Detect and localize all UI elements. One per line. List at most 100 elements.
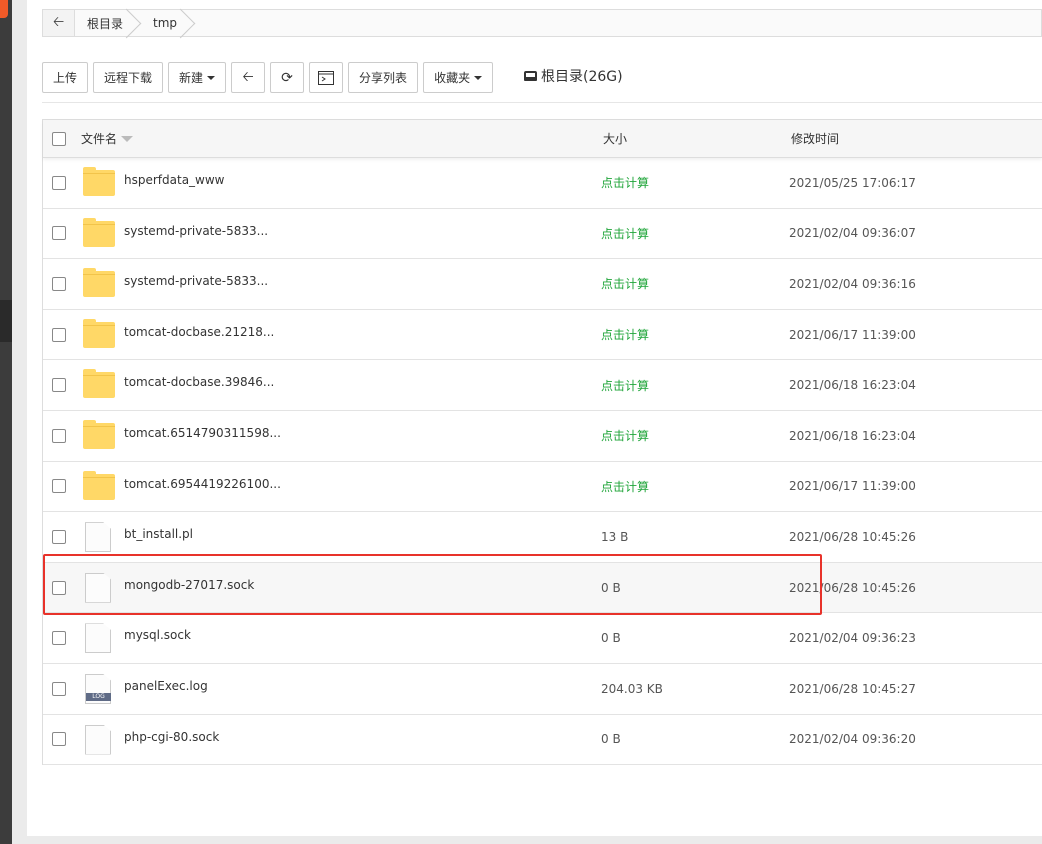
folder-icon [83, 470, 115, 500]
select-all-checkbox[interactable] [52, 131, 66, 146]
favorites-button[interactable]: 收藏夹 [423, 62, 494, 93]
disk-selector[interactable]: 根目录(26G) [524, 66, 623, 86]
table-row[interactable]: tomcat.6514790311598... 点击计算 2021/06/18 16… [43, 411, 1042, 462]
file-size: 204.03 KB [601, 681, 663, 696]
left-sidebar-strip [0, 0, 12, 844]
row-checkbox[interactable] [52, 378, 66, 393]
sort-down-icon [121, 135, 134, 142]
calculate-size-link[interactable]: 点击计算 [601, 225, 649, 242]
table-row[interactable]: tomcat-docbase.39846... 点击计算 2021/06/18 16… [43, 360, 1042, 411]
table-row[interactable]: systemd-private-5833... 点击计算 2021/02/04 09… [43, 259, 1042, 310]
table-row[interactable]: mongodb-27017.sock 0 B 2021/06/28 10:45:26 [43, 562, 1042, 614]
row-checkbox[interactable] [52, 226, 66, 241]
table-row[interactable]: LOG panelExec.log 204.03 KB 2021/06/28 10:4… [43, 664, 1042, 715]
toolbar: 上传 远程下载 新建 🡠 ⟳ 分享列表 收藏夹 [42, 62, 498, 93]
table-row[interactable]: php-cgi-80.sock 0 B 2021/02/04 09:36:20 [43, 715, 1042, 766]
file-name-link[interactable]: tomcat-docbase.39846... [124, 375, 274, 389]
terminal-button[interactable] [309, 62, 344, 93]
refresh-button[interactable]: ⟳ [270, 62, 305, 93]
file-name-link[interactable]: systemd-private-5833... [124, 274, 268, 288]
brand-accent [0, 0, 8, 18]
file-table: 文件名 大小 修改时间 hsperfdata_www 点击计算 2021/05/25… [42, 119, 1042, 766]
table-row[interactable]: systemd-private-5833... 点击计算 2021/02/04 09… [43, 209, 1042, 260]
table-row[interactable]: mysql.sock 0 B 2021/02/04 09:36:23 [43, 613, 1042, 664]
file-name-link[interactable]: tomcat.6954419226100... [124, 477, 281, 491]
table-body: hsperfdata_www 点击计算 2021/05/25 17:06:17 sys… [43, 158, 1042, 766]
back-button[interactable]: 🡠 [231, 62, 266, 93]
row-checkbox[interactable] [52, 327, 66, 342]
disk-label: 根目录(26G) [541, 69, 623, 85]
modified-time: 2021/06/28 10:45:26 [789, 529, 916, 544]
folder-icon [83, 268, 115, 298]
file-size: 0 B [601, 580, 621, 595]
calculate-size-link[interactable]: 点击计算 [601, 377, 649, 394]
column-header-size[interactable]: 大小 [603, 130, 627, 147]
file-name-link[interactable]: bt_install.pl [124, 527, 193, 541]
share-list-button[interactable]: 分享列表 [348, 62, 419, 93]
row-checkbox[interactable] [52, 732, 66, 747]
table-row[interactable]: bt_install.pl 13 B 2021/06/28 10:45:26 [43, 512, 1042, 563]
breadcrumb-item-tmp[interactable]: tmp [141, 10, 195, 36]
chevron-down-icon [207, 75, 216, 80]
file-size: 0 B [601, 732, 621, 747]
modified-time: 2021/02/04 09:36:20 [789, 732, 916, 747]
modified-time: 2021/02/04 09:36:23 [789, 631, 916, 646]
calculate-size-link[interactable]: 点击计算 [601, 326, 649, 343]
calculate-size-link[interactable]: 点击计算 [601, 478, 649, 495]
refresh-icon: ⟳ [281, 69, 293, 86]
table-row[interactable]: tomcat.6954419226100... 点击计算 2021/06/17 11… [43, 462, 1042, 513]
file-name-link[interactable]: tomcat.6514790311598... [124, 426, 281, 440]
row-checkbox[interactable] [52, 580, 66, 595]
folder-icon [83, 419, 115, 449]
file-name-link[interactable]: php-cgi-80.sock [124, 730, 219, 744]
modified-time: 2021/06/18 16:23:04 [789, 428, 916, 443]
sidebar-active-band [0, 300, 12, 342]
file-icon [83, 623, 111, 654]
file-name-link[interactable]: hsperfdata_www [124, 173, 225, 187]
new-button[interactable]: 新建 [168, 62, 227, 93]
table-row[interactable]: hsperfdata_www 点击计算 2021/05/25 17:06:17 [43, 158, 1042, 209]
back-arrow-icon[interactable]: 🡠 [43, 10, 75, 36]
modified-time: 2021/06/17 11:39:00 [789, 479, 916, 494]
upload-button[interactable]: 上传 [42, 62, 89, 93]
calculate-size-link[interactable]: 点击计算 [601, 427, 649, 444]
row-checkbox[interactable] [52, 479, 66, 494]
file-name-link[interactable]: systemd-private-5833... [124, 224, 268, 238]
file-size: 13 B [601, 529, 629, 544]
file-size: 0 B [601, 631, 621, 646]
row-checkbox[interactable] [52, 681, 66, 696]
row-checkbox[interactable] [52, 529, 66, 544]
file-manager-panel: 🡠 根目录 tmp 上传 远程下载 新建 🡠 ⟳ 分享列表 收藏夹 根目录(26… [27, 0, 1042, 836]
hard-disk-icon [524, 71, 537, 81]
file-name-link[interactable]: panelExec.log [124, 679, 208, 693]
column-header-modified[interactable]: 修改时间 [791, 130, 839, 147]
modified-time: 2021/06/28 10:45:27 [789, 681, 916, 696]
row-checkbox[interactable] [52, 276, 66, 291]
remote-download-button[interactable]: 远程下载 [93, 62, 164, 93]
new-button-label: 新建 [179, 71, 204, 85]
calculate-size-link[interactable]: 点击计算 [601, 174, 649, 191]
row-checkbox[interactable] [52, 631, 66, 646]
file-name-link[interactable]: tomcat-docbase.21218... [124, 325, 274, 339]
modified-time: 2021/06/17 11:39:00 [789, 327, 916, 342]
calculate-size-link[interactable]: 点击计算 [601, 275, 649, 292]
folder-icon [83, 369, 115, 399]
modified-time: 2021/06/28 10:45:26 [789, 580, 916, 595]
file-icon [83, 522, 111, 553]
column-header-name[interactable]: 文件名 [81, 130, 134, 147]
table-row[interactable]: tomcat-docbase.21218... 点击计算 2021/06/17 11… [43, 310, 1042, 361]
breadcrumb-item-root[interactable]: 根目录 [75, 10, 141, 36]
file-icon [83, 724, 111, 755]
file-name-link[interactable]: mongodb-27017.sock [124, 578, 254, 592]
table-header: 文件名 大小 修改时间 [43, 120, 1042, 158]
back-arrow-icon: 🡠 [242, 68, 254, 85]
folder-icon [83, 217, 115, 247]
row-checkbox[interactable] [52, 428, 66, 443]
favorites-button-label: 收藏夹 [434, 71, 471, 85]
row-checkbox[interactable] [52, 175, 66, 190]
terminal-icon [318, 70, 335, 85]
divider [42, 102, 1042, 103]
log-file-icon: LOG [83, 673, 111, 704]
breadcrumb: 🡠 根目录 tmp [42, 9, 1042, 37]
file-name-link[interactable]: mysql.sock [124, 628, 191, 642]
